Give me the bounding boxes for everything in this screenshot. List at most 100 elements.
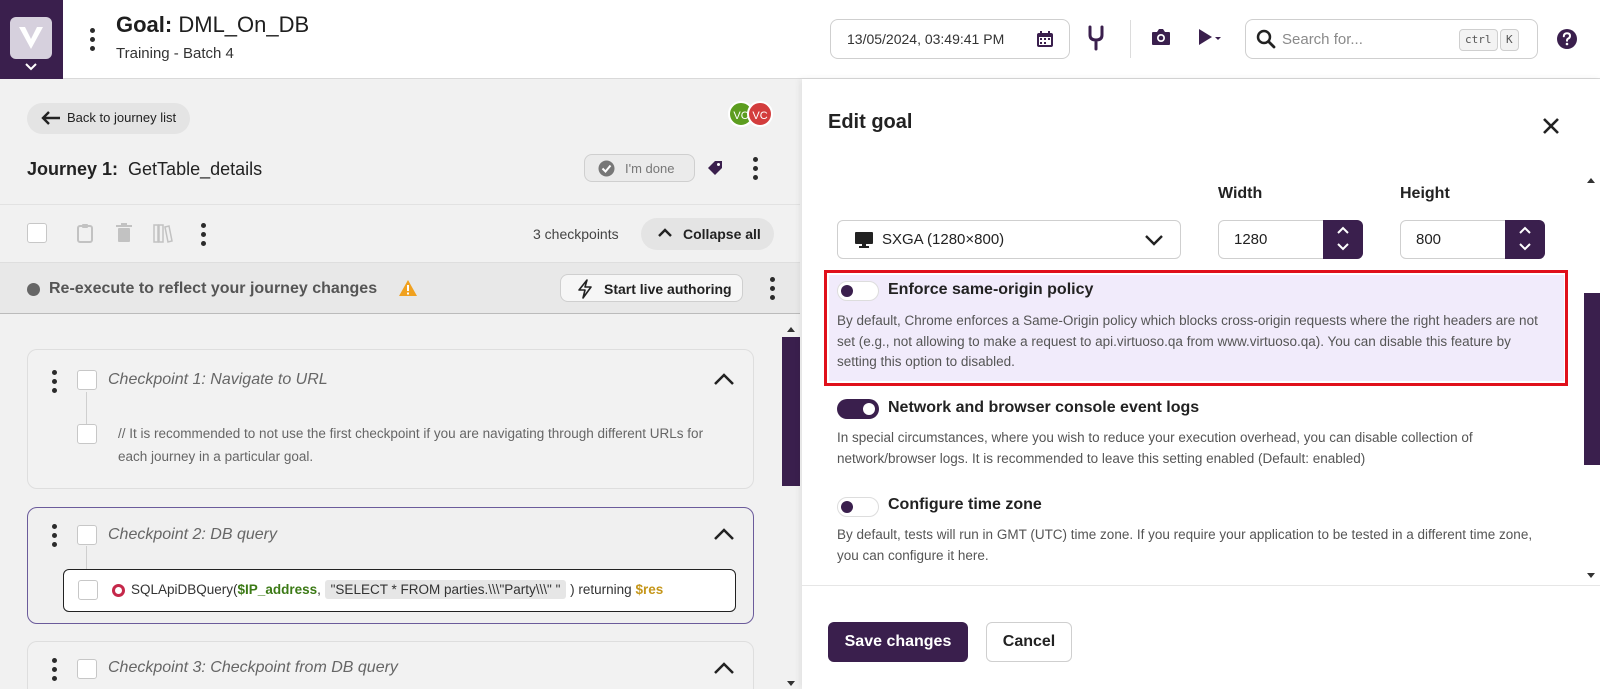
chevron-up-icon[interactable] — [713, 661, 735, 675]
height-label: Height — [1400, 185, 1450, 202]
top-bar: Goal: DML_On_DB Training - Batch 4 13/05… — [0, 0, 1600, 79]
option-title: Enforce same-origin policy — [888, 281, 1094, 298]
chevron-up-icon[interactable] — [1336, 226, 1350, 235]
checkpoint-title: Checkpoint 2: DB query — [108, 526, 277, 543]
status-dot — [27, 283, 40, 296]
help-icon[interactable] — [1556, 28, 1578, 50]
shortcut-ctrl-key: ctrl — [1459, 29, 1498, 51]
re-execute-banner: Re-execute to reflect your journey chang… — [0, 262, 800, 314]
db-query-step[interactable]: SQLApiDBQuery($IP_address, "SELECT * FRO… — [63, 569, 736, 612]
divider — [0, 204, 800, 205]
monitor-icon — [855, 232, 873, 248]
collapse-label: Collapse all — [683, 226, 761, 242]
resolution-value: SXGA (1280×800) — [882, 231, 1005, 248]
height-field[interactable]: 800 — [1400, 220, 1545, 259]
branch-icon[interactable] — [1085, 25, 1107, 51]
goal-menu-kebab-icon[interactable] — [86, 26, 98, 52]
back-to-journey-list-button[interactable]: Back to journey list — [27, 103, 191, 134]
chevron-up-icon[interactable] — [713, 372, 735, 386]
journey-panel: Back to journey list VC VC Journey 1: Ge… — [0, 79, 800, 689]
checkpoint-checkbox[interactable] — [77, 525, 97, 545]
scroll-down-arrow-icon[interactable] — [1587, 573, 1595, 579]
check-circle-icon — [598, 160, 615, 177]
virtuoso-logo — [10, 17, 52, 59]
banner-menu-kebab-icon[interactable] — [766, 276, 778, 300]
chevron-down-icon — [1145, 235, 1163, 246]
journey-menu-kebab-icon[interactable] — [749, 155, 761, 181]
scroll-up-arrow-icon[interactable] — [787, 326, 795, 332]
scroll-up-arrow-icon[interactable] — [1587, 177, 1595, 183]
step-variable: $IP_address — [237, 582, 318, 597]
option-description: By default, tests will run in GMT (UTC) … — [837, 527, 1533, 563]
live-label: Start live authoring — [604, 281, 732, 297]
option-title: Network and browser console event logs — [888, 399, 1200, 416]
delete-icon[interactable] — [115, 222, 133, 244]
tree-line — [86, 392, 87, 424]
record-icon — [112, 584, 125, 597]
paste-icon[interactable] — [75, 222, 95, 244]
search-input[interactable] — [1282, 28, 1452, 50]
scroll-down-arrow-icon[interactable] — [787, 681, 795, 687]
footer-divider — [802, 585, 1600, 586]
collapse-all-button[interactable]: Collapse all — [641, 218, 774, 250]
edit-goal-panel: Edit goal Width Height SXGA (1280×800) 1… — [802, 79, 1600, 689]
lightning-icon — [578, 279, 592, 299]
checkpoint-checkbox[interactable] — [77, 659, 97, 679]
time-zone-toggle[interactable] — [837, 497, 879, 517]
width-field[interactable]: 1280 — [1218, 220, 1363, 259]
checkpoint-kebab-icon[interactable] — [48, 656, 60, 682]
console-logs-toggle[interactable] — [837, 399, 879, 419]
save-changes-button[interactable]: Save changes — [828, 622, 968, 662]
calendar-icon — [1037, 31, 1053, 47]
chevron-up-icon[interactable] — [713, 527, 735, 541]
height-stepper[interactable] — [1505, 220, 1545, 259]
cancel-button[interactable]: Cancel — [986, 622, 1072, 662]
resolution-select[interactable]: SXGA (1280×800) — [837, 220, 1181, 259]
step-checkbox[interactable] — [78, 580, 98, 600]
done-label: I'm done — [625, 161, 675, 176]
select-all-checkbox[interactable] — [27, 223, 47, 243]
height-value: 800 — [1416, 231, 1442, 248]
chevron-up-icon[interactable] — [1518, 226, 1532, 235]
width-label: Width — [1218, 185, 1263, 202]
step-result-variable: $res — [635, 582, 664, 597]
panel-scrollbar[interactable] — [1582, 175, 1600, 583]
checkpoint-count: 3 checkpoints — [533, 226, 619, 242]
width-value: 1280 — [1234, 231, 1268, 248]
same-origin-toggle[interactable] — [837, 281, 879, 301]
chevron-down-icon[interactable] — [1336, 242, 1350, 251]
scrollbar-thumb[interactable] — [1584, 293, 1600, 465]
arrow-left-icon — [41, 111, 60, 125]
journey-scrollbar[interactable] — [782, 327, 800, 689]
checkpoint-card: Checkpoint 3: Checkpoint from DB query — [27, 641, 754, 689]
option-description: By default, Chrome enforces a Same-Origi… — [837, 313, 1538, 369]
width-stepper[interactable] — [1323, 220, 1363, 259]
checkpoint-kebab-icon[interactable] — [48, 368, 60, 394]
checkpoint-title: Checkpoint 1: Navigate to URL — [108, 371, 328, 388]
back-label: Back to journey list — [67, 110, 177, 125]
checkpoint-title: Checkpoint 3: Checkpoint from DB query — [108, 659, 398, 676]
step-checkbox[interactable] — [77, 424, 97, 444]
date-picker[interactable]: 13/05/2024, 03:49:41 PM — [830, 19, 1070, 59]
search-box[interactable]: ctrl K — [1245, 19, 1538, 59]
camera-icon[interactable] — [1150, 27, 1172, 47]
checkpoint-kebab-icon[interactable] — [48, 522, 60, 548]
chevron-down-icon[interactable] — [1518, 242, 1532, 251]
play-menu-icon[interactable] — [1196, 27, 1224, 47]
shortcut-k-key: K — [1500, 29, 1519, 51]
app-logo-menu[interactable] — [0, 0, 63, 79]
date-value: 13/05/2024, 03:49:41 PM — [847, 31, 1005, 47]
checkpoint-checkbox[interactable] — [77, 370, 97, 390]
tag-icon[interactable] — [706, 159, 724, 177]
checkpoints-menu-kebab-icon[interactable] — [197, 222, 209, 246]
checkpoint-card: Checkpoint 1: Navigate to URL // It is r… — [27, 349, 754, 489]
scrollbar-thumb[interactable] — [782, 337, 800, 486]
step-comment: // It is recommended to not use the firs… — [118, 426, 704, 464]
checkpoint-card: Checkpoint 2: DB query SQLApiDBQuery($IP… — [27, 507, 754, 624]
library-icon[interactable] — [152, 222, 174, 244]
im-done-button[interactable]: I'm done — [584, 154, 695, 182]
start-live-authoring-button[interactable]: Start live authoring — [560, 274, 743, 302]
close-icon[interactable] — [1542, 117, 1560, 135]
step-text: SQLApiDBQuery($IP_address, "SELECT * FRO… — [131, 580, 664, 599]
chevron-down-icon — [25, 63, 37, 71]
